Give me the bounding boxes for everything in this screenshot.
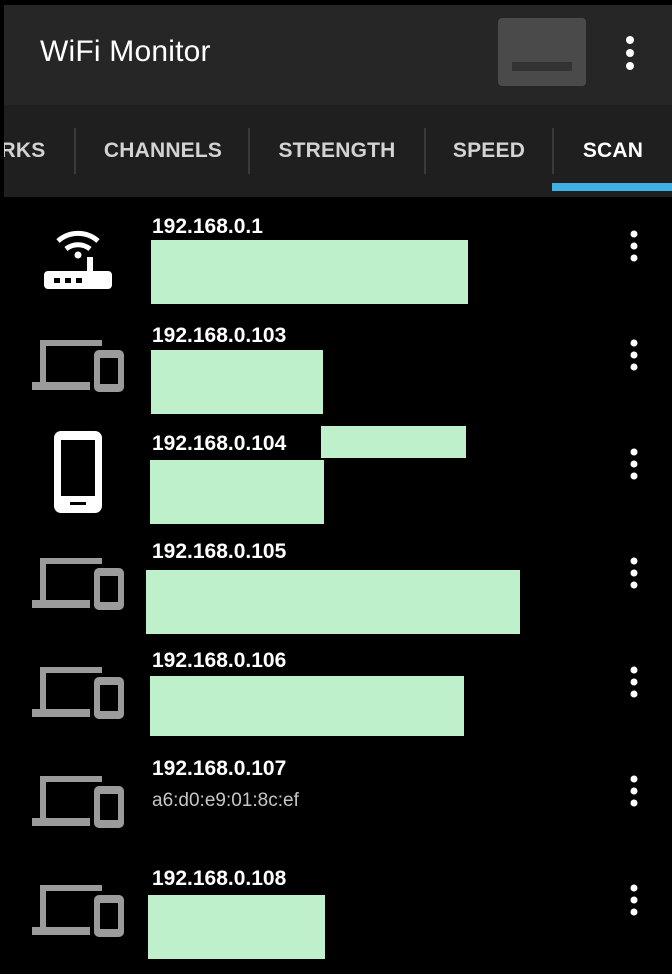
devices-icon (32, 776, 124, 828)
router-icon (44, 230, 112, 289)
device-ip: 192.168.0.107 (152, 757, 287, 780)
tab-bar: RKS CHANNELS STRENGTH SPEED SCAN (4, 105, 672, 197)
phone-icon (54, 431, 102, 513)
list-item[interactable]: 192.168.0.107 a6:d0:e9:01:8c:ef (4, 742, 672, 851)
device-mac: a6:d0:e9:01:8c:ef (152, 790, 299, 811)
redacted-info (148, 895, 325, 959)
redacted-info (321, 426, 466, 458)
ad-thumbnail[interactable] (498, 18, 586, 86)
list-item[interactable]: 192.168.0.105 (4, 524, 672, 634)
row-menu-icon[interactable] (624, 883, 644, 921)
row-menu-icon[interactable] (624, 556, 644, 594)
redacted-info (151, 240, 468, 304)
tab-speed[interactable]: SPEED (426, 105, 552, 197)
device-ip: 192.168.0.104 (152, 432, 287, 455)
tab-networks[interactable]: RKS (4, 105, 46, 197)
row-menu-icon[interactable] (624, 665, 644, 703)
devices-icon (32, 885, 124, 937)
row-menu-icon[interactable] (624, 229, 644, 267)
devices-icon (32, 340, 124, 392)
app-bar: WiFi Monitor (4, 5, 672, 105)
device-ip: 192.168.0.1 (152, 215, 263, 238)
redacted-info (150, 460, 324, 524)
redacted-info (151, 350, 323, 414)
tab-strength[interactable]: STRENGTH (250, 105, 424, 197)
device-ip: 192.168.0.105 (152, 540, 287, 563)
row-menu-icon[interactable] (624, 774, 644, 812)
list-item[interactable]: 192.168.0.108 (4, 851, 672, 960)
devices-icon (32, 558, 124, 610)
redacted-info (150, 676, 464, 736)
list-item[interactable]: 192.168.0.104 (4, 415, 672, 524)
device-ip: 192.168.0.103 (152, 324, 287, 347)
row-menu-icon[interactable] (624, 338, 644, 376)
device-list: 192.168.0.1 192.168.0.103 192.168.0.104 (4, 197, 672, 974)
list-item[interactable]: 192.168.0.103 (4, 306, 672, 415)
overflow-menu-icon[interactable] (620, 35, 640, 75)
active-tab-indicator (552, 183, 672, 191)
device-ip: 192.168.0.108 (152, 867, 287, 890)
redacted-info (146, 570, 520, 634)
device-ip: 192.168.0.106 (152, 649, 287, 672)
list-item[interactable]: 192.168.0.106 (4, 633, 672, 742)
app-title: WiFi Monitor (40, 35, 211, 68)
devices-icon (32, 667, 124, 719)
row-menu-icon[interactable] (624, 447, 644, 485)
tab-channels[interactable]: CHANNELS (76, 105, 250, 197)
list-item[interactable]: 192.168.0.1 (4, 197, 672, 306)
